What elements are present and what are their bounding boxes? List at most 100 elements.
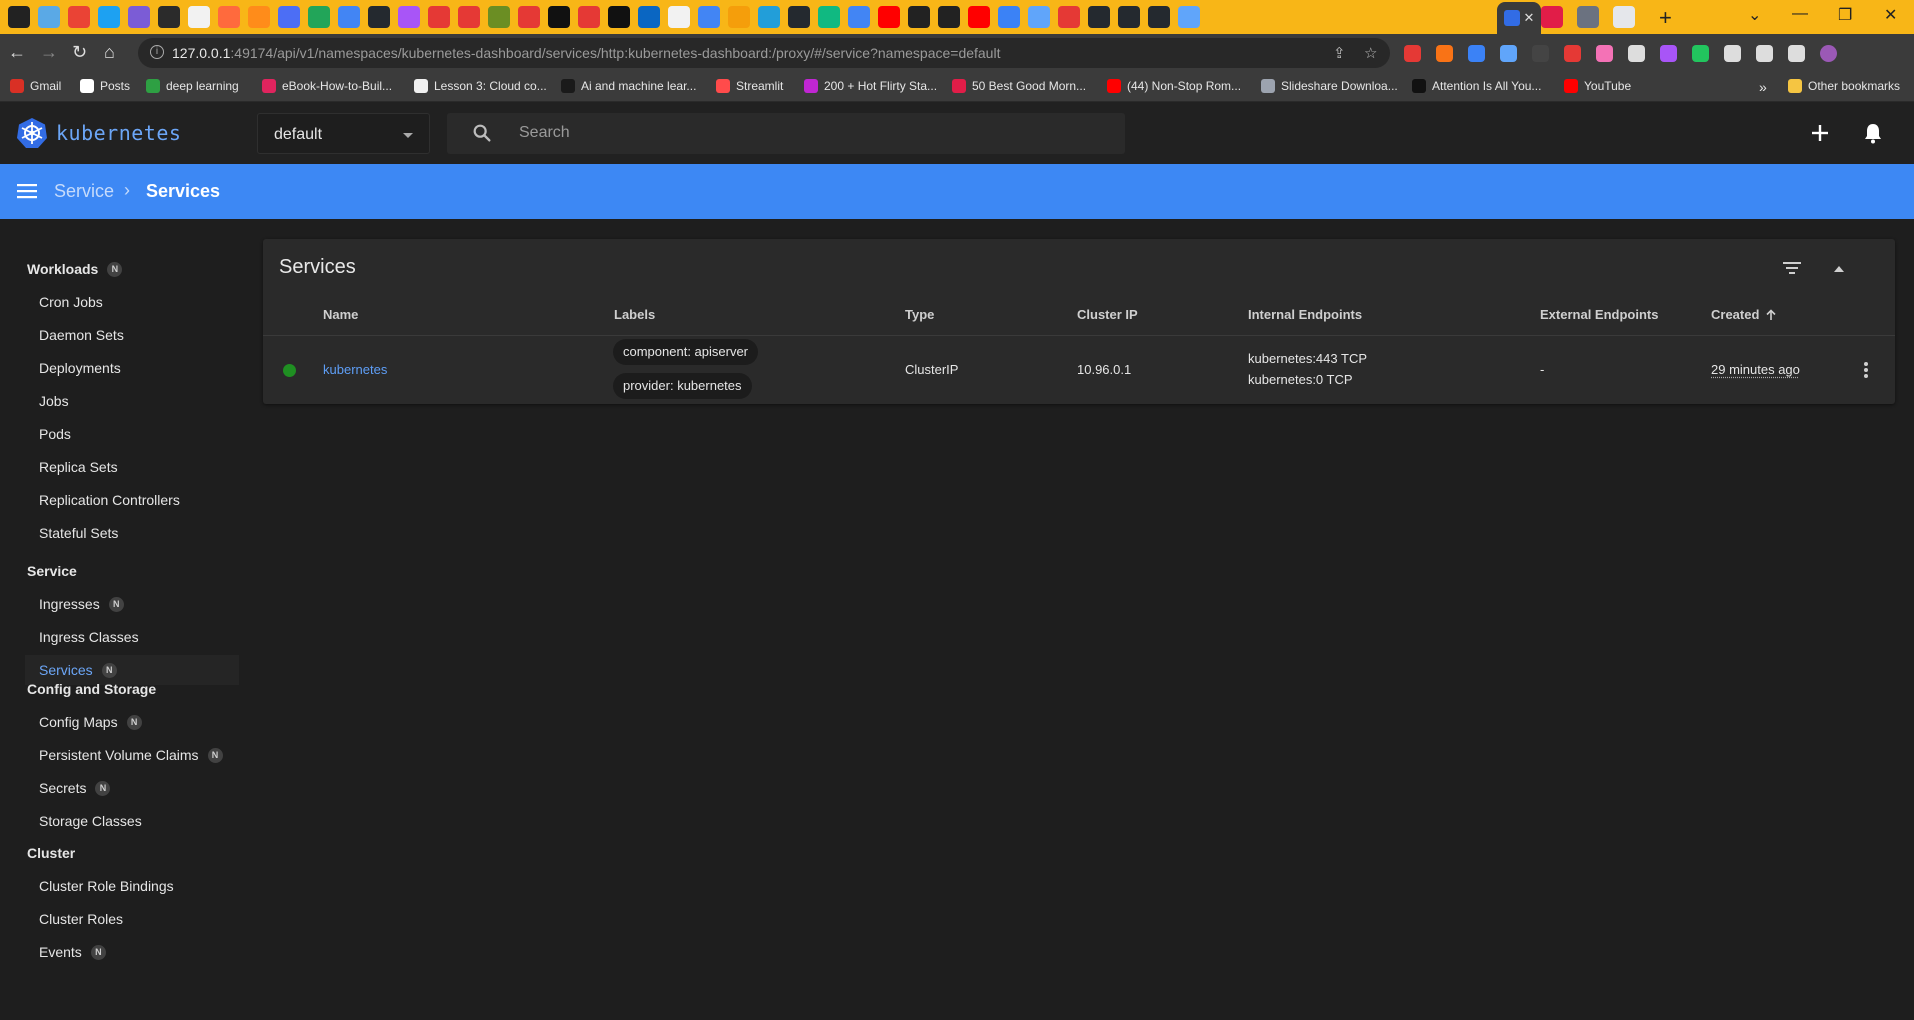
sidebar-section-workloads[interactable]: Workloads N: [27, 261, 123, 277]
browser-tab-favicon-icon[interactable]: [938, 6, 960, 28]
extensions-puzzle-icon[interactable]: [1724, 45, 1741, 62]
filter-icon[interactable]: [1781, 257, 1803, 279]
browser-tab-favicon-icon[interactable]: [698, 6, 720, 28]
sidebar-item-persistent-volume-claims[interactable]: Persistent Volume Claims N: [39, 747, 223, 763]
sidebar-item-cron-jobs[interactable]: Cron Jobs: [39, 294, 103, 310]
browser-tab-favicon-icon[interactable]: [428, 6, 450, 28]
menu-icon[interactable]: [16, 181, 38, 201]
extension-icon[interactable]: [1628, 45, 1645, 62]
sidebar-item-cluster-roles[interactable]: Cluster Roles: [39, 911, 123, 927]
sidebar-item-storage-classes[interactable]: Storage Classes: [39, 813, 142, 829]
sidebar-item-ingress-classes[interactable]: Ingress Classes: [39, 629, 139, 645]
other-bookmarks[interactable]: Other bookmarks: [1788, 79, 1900, 93]
bookmark-item[interactable]: 200 + Hot Flirty Sta...: [804, 79, 937, 93]
sidebar-item-jobs[interactable]: Jobs: [39, 393, 69, 409]
extension-icon[interactable]: [1532, 45, 1549, 62]
browser-tab-favicon-icon[interactable]: [38, 6, 60, 28]
address-bar[interactable]: i 127.0.0.1:49174/api/v1/namespaces/kube…: [138, 38, 1390, 68]
bookmark-item[interactable]: Gmail: [10, 79, 61, 93]
browser-tab-favicon-icon[interactable]: [98, 6, 120, 28]
home-icon[interactable]: ⌂: [104, 42, 115, 63]
profile-avatar-icon[interactable]: [1820, 45, 1837, 62]
brand-name[interactable]: kubernetes: [56, 121, 181, 145]
kubernetes-logo-icon[interactable]: [16, 117, 48, 149]
sidebar-item-stateful-sets[interactable]: Stateful Sets: [39, 525, 118, 541]
browser-tab-favicon-icon[interactable]: [1577, 6, 1599, 28]
sidebar-item-deployments[interactable]: Deployments: [39, 360, 121, 376]
namespace-selector[interactable]: default: [257, 113, 430, 154]
browser-tab-favicon-icon[interactable]: [758, 6, 780, 28]
bookmarks-overflow-icon[interactable]: »: [1759, 79, 1767, 95]
browser-tab-favicon-icon[interactable]: [1613, 6, 1635, 28]
browser-tab-favicon-icon[interactable]: [398, 6, 420, 28]
chevron-down-icon[interactable]: ⌄: [1748, 5, 1761, 25]
site-info-icon[interactable]: i: [150, 45, 164, 59]
sidebar-section-config-and-storage[interactable]: Config and Storage: [27, 681, 156, 697]
browser-tab-favicon-icon[interactable]: [1148, 6, 1170, 28]
bookmark-item[interactable]: Attention Is All You...: [1412, 79, 1541, 93]
sidebar-section-service[interactable]: Service: [27, 563, 77, 579]
browser-tab-favicon-icon[interactable]: [1088, 6, 1110, 28]
sidebar-item-ingresses[interactable]: Ingresses N: [39, 596, 124, 612]
share-icon[interactable]: ⇪: [1333, 44, 1346, 62]
browser-tab-favicon-icon[interactable]: [668, 6, 690, 28]
browser-tab-favicon-icon[interactable]: [908, 6, 930, 28]
browser-tab-favicon-icon[interactable]: [608, 6, 630, 28]
extension-icon[interactable]: [1660, 45, 1677, 62]
bookmark-item[interactable]: Ai and machine lear...: [561, 79, 696, 93]
browser-tab-favicon-icon[interactable]: [488, 6, 510, 28]
extension-icon[interactable]: [1564, 45, 1581, 62]
create-plus-icon[interactable]: [1808, 121, 1832, 145]
extension-icon[interactable]: [1404, 45, 1421, 62]
sidebar-item-daemon-sets[interactable]: Daemon Sets: [39, 327, 124, 343]
browser-tab-favicon-icon[interactable]: [8, 6, 30, 28]
browser-tab-favicon-icon[interactable]: [578, 6, 600, 28]
bookmark-item[interactable]: (44) Non-Stop Rom...: [1107, 79, 1241, 93]
bookmark-item[interactable]: deep learning: [146, 79, 239, 93]
column-header-created[interactable]: Created: [1711, 307, 1777, 322]
reload-icon[interactable]: ↻: [72, 42, 87, 63]
active-browser-tab[interactable]: ✕: [1497, 2, 1541, 34]
sidebar-item-cluster-role-bindings[interactable]: Cluster Role Bindings: [39, 878, 174, 894]
sidebar-item-replication-controllers[interactable]: Replication Controllers: [39, 492, 180, 508]
search-input[interactable]: [519, 119, 1109, 147]
browser-tab-favicon-icon[interactable]: [548, 6, 570, 28]
browser-tab-favicon-icon[interactable]: [878, 6, 900, 28]
browser-tab-favicon-icon[interactable]: [638, 6, 660, 28]
minimize-icon[interactable]: —: [1792, 5, 1808, 23]
bookmark-item[interactable]: 50 Best Good Morn...: [952, 79, 1086, 93]
browser-tab-favicon-icon[interactable]: [998, 6, 1020, 28]
close-window-icon[interactable]: ✕: [1884, 5, 1897, 25]
browser-tab-favicon-icon[interactable]: [1541, 6, 1563, 28]
bookmark-item[interactable]: Posts: [80, 79, 130, 93]
browser-tab-favicon-icon[interactable]: [968, 6, 990, 28]
sidebar-item-events[interactable]: Events N: [39, 944, 106, 960]
browser-tab-favicon-icon[interactable]: [368, 6, 390, 28]
extension-icon[interactable]: [1500, 45, 1517, 62]
collapse-up-icon[interactable]: [1829, 259, 1849, 279]
back-icon[interactable]: ←: [8, 42, 26, 63]
browser-tab-favicon-icon[interactable]: [1118, 6, 1140, 28]
extension-icon[interactable]: [1436, 45, 1453, 62]
browser-tab-favicon-icon[interactable]: [158, 6, 180, 28]
breadcrumb-parent[interactable]: Service: [54, 181, 114, 202]
browser-tab-favicon-icon[interactable]: [848, 6, 870, 28]
close-tab-icon[interactable]: ✕: [1524, 10, 1535, 26]
sidebar-item-pods[interactable]: Pods: [39, 426, 71, 442]
notifications-bell-icon[interactable]: [1861, 121, 1885, 145]
browser-tab-favicon-icon[interactable]: [128, 6, 150, 28]
browser-tab-favicon-icon[interactable]: [1058, 6, 1080, 28]
sidebar-item-config-maps[interactable]: Config Maps N: [39, 714, 142, 730]
extension-icon[interactable]: [1692, 45, 1709, 62]
service-name-link[interactable]: kubernetes: [323, 362, 387, 377]
bookmark-item[interactable]: eBook-How-to-Buil...: [262, 79, 392, 93]
reading-list-icon[interactable]: [1756, 45, 1773, 62]
browser-tab-favicon-icon[interactable]: [518, 6, 540, 28]
restore-icon[interactable]: ❐: [1838, 5, 1852, 25]
browser-tab-favicon-icon[interactable]: [248, 6, 270, 28]
browser-tab-favicon-icon[interactable]: [1178, 6, 1200, 28]
browser-tab-favicon-icon[interactable]: [728, 6, 750, 28]
new-tab-icon[interactable]: +: [1659, 5, 1672, 31]
more-vert-icon[interactable]: [1856, 360, 1876, 380]
browser-tab-favicon-icon[interactable]: [458, 6, 480, 28]
